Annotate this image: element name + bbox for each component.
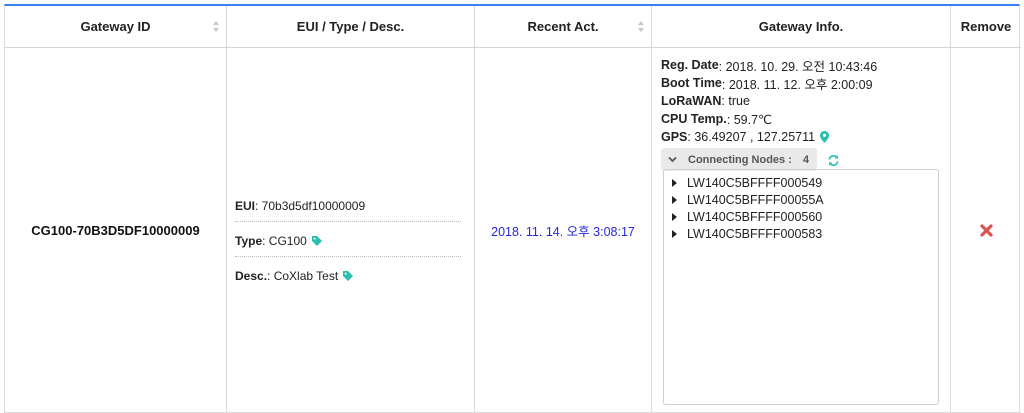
caret-right-icon[interactable]	[672, 178, 677, 187]
node-item[interactable]: LW140C5BFFFF000583	[664, 225, 938, 242]
divider	[235, 256, 461, 257]
connecting-nodes-count: 4	[802, 153, 810, 166]
column-header-eui-type-desc[interactable]: EUI / Type / Desc.	[227, 6, 475, 48]
tag-icon[interactable]	[311, 235, 322, 246]
refresh-icon[interactable]	[827, 154, 840, 167]
reg-date-value: : 2018. 10. 29. 오전 10:43:46	[718, 59, 878, 74]
column-header-label: Remove	[960, 19, 1012, 34]
cpu-temp-value: : 59.7℃	[726, 112, 773, 127]
column-header-gateway-info: Gateway Info.	[652, 6, 951, 48]
eui-label: EUI	[235, 198, 256, 213]
connecting-nodes-list[interactable]: LW140C5BFFFF000549 LW140C5BFFFF00055A LW…	[663, 169, 939, 405]
lorawan-value: : true	[721, 94, 750, 108]
column-header-label: Gateway ID	[80, 19, 151, 34]
node-item[interactable]: LW140C5BFFFF00055A	[664, 191, 938, 208]
desc-label: Desc.	[235, 268, 268, 283]
column-header-label: EUI / Type / Desc.	[296, 19, 405, 34]
node-item[interactable]: LW140C5BFFFF000549	[664, 174, 938, 191]
node-id: LW140C5BFFFF000583	[687, 226, 823, 241]
recent-act-timestamp: 2018. 11. 14. 오후 3:08:17	[491, 224, 635, 239]
node-id: LW140C5BFFFF000560	[687, 209, 823, 224]
remove-cell	[951, 48, 1021, 413]
lorawan-label: LoRaWAN	[661, 94, 722, 108]
eui-value: : 70b3d5df10000009	[255, 198, 366, 213]
sort-icon[interactable]	[212, 21, 219, 32]
recent-act-cell: 2018. 11. 14. 오후 3:08:17	[475, 48, 652, 413]
lorawan-row: LoRaWAN : true	[661, 92, 950, 110]
type-label: Type	[235, 233, 263, 248]
node-id: LW140C5BFFFF00055A	[687, 192, 824, 207]
boot-time-label: Boot Time	[661, 76, 722, 90]
cpu-temp-label: CPU Temp.	[661, 112, 727, 126]
type-line: Type : CG100	[235, 231, 474, 250]
connecting-nodes-toggle[interactable]: Connecting Nodes : 4	[661, 148, 818, 171]
caret-right-icon[interactable]	[672, 212, 677, 221]
connecting-nodes-bar: Connecting Nodes : 4	[661, 146, 950, 171]
gateway-table: Gateway ID EUI / Type / Desc. Recent Act…	[4, 4, 1021, 413]
column-header-label: Recent Act.	[527, 19, 599, 34]
caret-right-icon[interactable]	[672, 229, 677, 238]
gps-label: GPS	[661, 130, 688, 144]
column-header-label: Gateway Info.	[758, 19, 844, 34]
desc-value: : CoXlab Test	[267, 268, 339, 283]
sort-icon[interactable]	[637, 21, 644, 32]
desc-line: Desc. : CoXlab Test	[235, 266, 474, 285]
gateway-id: CG100-70B3D5DF10000009	[31, 222, 200, 238]
map-marker-icon[interactable]	[820, 131, 830, 143]
column-header-gateway-id[interactable]: Gateway ID	[5, 6, 227, 48]
divider	[235, 221, 461, 222]
type-value: : CG100	[262, 233, 307, 248]
boot-time-value: : 2018. 11. 12. 오후 2:00:09	[721, 77, 873, 92]
reg-date-row: Reg. Date : 2018. 10. 29. 오전 10:43:46	[661, 56, 950, 74]
gateway-info-cell: Reg. Date : 2018. 10. 29. 오전 10:43:46 Bo…	[652, 48, 951, 413]
reg-date-label: Reg. Date	[661, 58, 719, 72]
chevron-down-icon	[668, 156, 677, 163]
gateway-id-cell: CG100-70B3D5DF10000009	[5, 48, 227, 413]
cpu-temp-row: CPU Temp. : 59.7℃	[661, 110, 950, 128]
caret-right-icon[interactable]	[672, 195, 677, 204]
column-header-recent-act[interactable]: Recent Act.	[475, 6, 652, 48]
node-item[interactable]: LW140C5BFFFF000560	[664, 208, 938, 225]
gps-row: GPS : 36.49207 , 127.25711	[661, 128, 950, 146]
eui-type-desc-cell: EUI : 70b3d5df10000009 Type : CG100 Desc…	[227, 48, 475, 413]
column-header-remove: Remove	[951, 6, 1021, 48]
boot-time-row: Boot Time : 2018. 11. 12. 오후 2:00:09	[661, 74, 950, 92]
connecting-nodes-label: Connecting Nodes :	[688, 153, 792, 166]
eui-line: EUI : 70b3d5df10000009	[235, 196, 474, 215]
gps-value: : 36.49207 , 127.25711	[687, 130, 816, 144]
tag-icon[interactable]	[343, 270, 354, 281]
node-id: LW140C5BFFFF000549	[687, 175, 823, 190]
remove-icon[interactable]	[979, 223, 993, 237]
